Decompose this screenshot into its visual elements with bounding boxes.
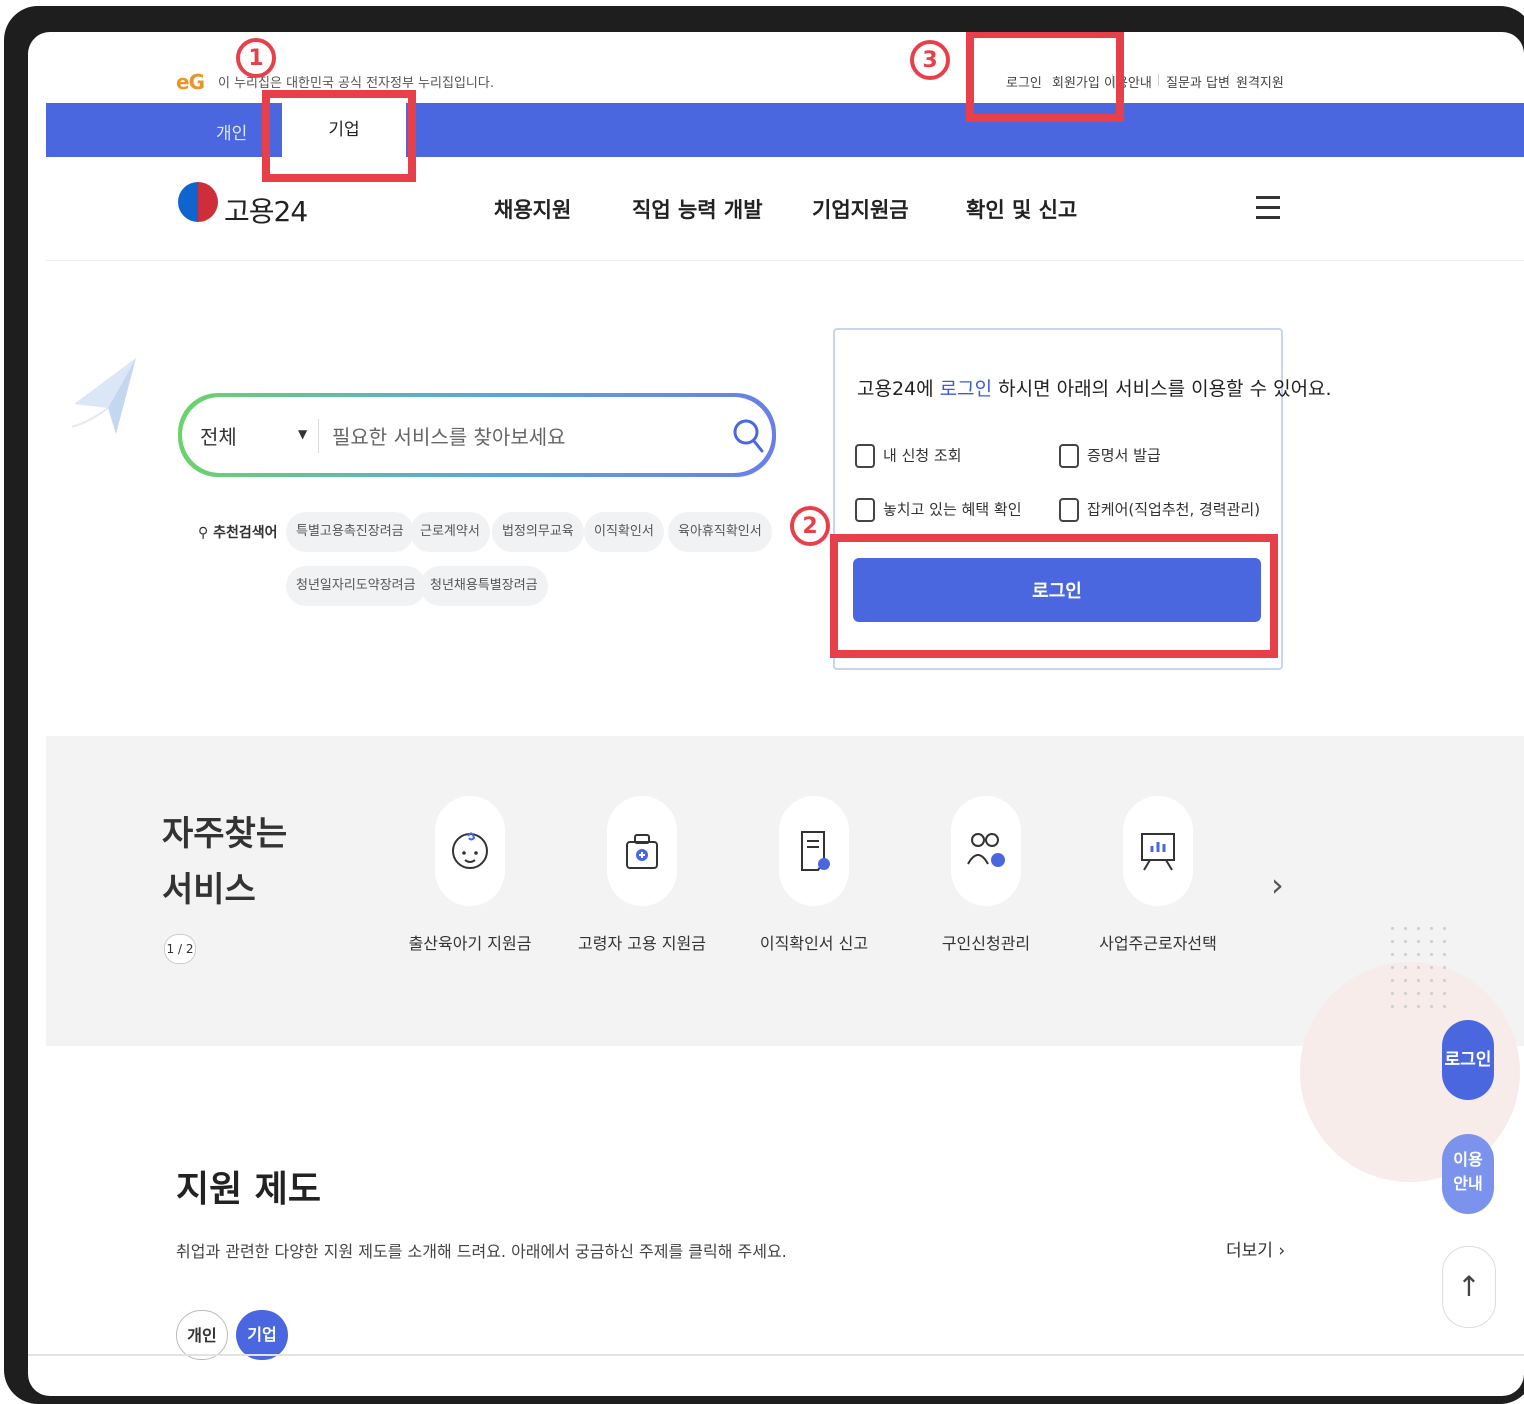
frequent-services-section: 자주찾는 서비스 1 / 2 출산육아기 지원금 고령자 고용 지원금 이직확인…: [46, 736, 1524, 1182]
browser-screen: eG 이 누리집은 대한민국 공식 전자정부 누리집입니다. 로그인 회원가입 …: [28, 32, 1524, 1396]
search-bar-inner: 전체 ▼: [182, 397, 772, 473]
login-title-prefix: 고용24에: [857, 378, 934, 400]
freq-item-label: 이직확인서 신고: [759, 934, 869, 953]
search-bar: 전체 ▼: [178, 393, 776, 477]
nav-corporate-subsidy[interactable]: 기업지원금: [812, 194, 909, 224]
egov-logo: eG: [176, 70, 205, 94]
freq-item-recruit-mgmt[interactable]: 구인신청관리: [906, 796, 1066, 954]
clipboard-clock-icon: [1059, 498, 1079, 522]
nav-recruitment[interactable]: 채용지원: [494, 194, 571, 224]
support-section-desc: 취업과 관련한 다양한 지원 제도를 소개해 드려요. 아래에서 궁금하신 주제…: [176, 1242, 787, 1261]
hamburger-menu-icon[interactable]: [1256, 196, 1280, 226]
medical-bag-icon: [607, 796, 677, 906]
service-jobcare[interactable]: 잡케어(직업추천, 경력관리): [1059, 498, 1260, 522]
service-missed-benefits[interactable]: 놓치고 있는 혜택 확인: [855, 498, 1022, 522]
keyword-chip[interactable]: 청년일자리도약장려금: [286, 566, 426, 606]
annotation-badge-1: 1: [236, 38, 276, 78]
frequent-services-title: 자주찾는 서비스: [162, 806, 287, 918]
scroll-top-arrow-icon[interactable]: ↑: [1442, 1246, 1496, 1328]
annotation-box-login-button: [830, 534, 1278, 658]
annotation-box-login-signup: [966, 32, 1124, 122]
baby-icon: [435, 796, 505, 906]
service-label: 놓치고 있는 혜택 확인: [883, 500, 1022, 519]
annotation-badge-3: 3: [910, 40, 950, 80]
doc-search-icon: [855, 498, 875, 522]
tab-personal[interactable]: 개인: [216, 119, 247, 144]
keyword-chip[interactable]: 이직확인서: [584, 512, 664, 552]
magnifier-icon: ⚲: [198, 525, 209, 541]
util-remote-link[interactable]: 원격지원: [1236, 72, 1284, 91]
search-divider: [318, 419, 319, 453]
header-divider: [46, 260, 1524, 261]
freq-item-label: 고령자 고용 지원금: [578, 934, 706, 953]
chevron-right-icon[interactable]: ›: [1271, 866, 1284, 904]
title-line: 서비스: [162, 870, 256, 910]
support-section-title: 지원 제도: [176, 1169, 322, 1210]
service-certificate[interactable]: 증명서 발급: [1059, 444, 1161, 468]
guide-line: 안내: [1453, 1174, 1483, 1193]
freq-item-employer-worker[interactable]: 사업주근로자선택: [1078, 796, 1238, 954]
title-line: 자주찾는: [162, 814, 288, 854]
login-panel-title: 고용24에 로그인 하시면 아래의 서비스를 이용할 수 있어요.: [857, 374, 1332, 401]
floating-guide-button[interactable]: 이용 안내: [1442, 1134, 1494, 1214]
service-label: 증명서 발급: [1087, 446, 1161, 465]
freq-item-resignation-cert[interactable]: 이직확인서 신고: [734, 796, 894, 954]
keyword-chip[interactable]: 근로계약서: [410, 512, 490, 552]
decorative-dots: [1386, 922, 1456, 1012]
keyword-chip[interactable]: 청년채용특별장려금: [420, 566, 548, 606]
util-divider: [1158, 74, 1159, 86]
support-tab-personal[interactable]: 개인: [176, 1310, 228, 1360]
keyword-chip[interactable]: 특별고용촉진장려금: [286, 512, 414, 552]
device-frame: eG 이 누리집은 대한민국 공식 전자정부 누리집입니다. 로그인 회원가입 …: [4, 6, 1524, 1404]
freq-item-elderly[interactable]: 고령자 고용 지원금: [562, 796, 722, 954]
annotation-badge-2: 2: [790, 506, 830, 546]
brand-name[interactable]: 고용24: [224, 190, 308, 230]
document-icon: [1059, 444, 1079, 468]
recommended-label-text: 추천검색어: [213, 525, 278, 541]
nav-job-skills[interactable]: 직업 능력 개발: [632, 194, 763, 224]
nav-verification-report[interactable]: 확인 및 신고: [966, 194, 1077, 224]
floating-login-button[interactable]: 로그인: [1442, 1020, 1494, 1100]
service-my-applications[interactable]: 내 신청 조회: [855, 444, 962, 468]
caret-down-icon[interactable]: ▼: [298, 427, 307, 441]
more-link[interactable]: 더보기 ›: [1226, 1236, 1285, 1261]
service-label: 내 신청 조회: [883, 446, 962, 465]
certificate-icon: [779, 796, 849, 906]
search-scope-select[interactable]: 전체: [200, 421, 237, 450]
search-icon[interactable]: [732, 417, 766, 455]
presentation-board-icon: [1123, 796, 1193, 906]
keyword-chip[interactable]: 육아휴직확인서: [668, 512, 772, 552]
login-title-link[interactable]: 로그인: [940, 378, 992, 400]
annotation-box-corporate-tab: [262, 90, 416, 182]
util-divider: [1228, 74, 1229, 86]
keyword-chip[interactable]: 법정의무교육: [492, 512, 584, 552]
util-qna-link[interactable]: 질문과 답변: [1166, 72, 1230, 91]
service-label: 잡케어(직업추천, 경력관리): [1087, 500, 1261, 519]
people-check-icon: [951, 796, 1021, 906]
login-title-suffix: 하시면 아래의 서비스를 이용할 수 있어요.: [998, 378, 1332, 400]
recommended-label: ⚲ 추천검색어: [198, 522, 278, 542]
search-input[interactable]: [330, 415, 724, 459]
freq-item-label: 구인신청관리: [941, 934, 1031, 953]
freq-item-label: 사업주근로자선택: [1099, 934, 1217, 953]
guide-line: 이용: [1453, 1150, 1483, 1169]
taegeuk-logo-icon[interactable]: [178, 182, 218, 222]
checklist-icon: [855, 444, 875, 468]
freq-item-childbirth[interactable]: 출산육아기 지원금: [390, 796, 550, 954]
bottom-divider: [28, 1354, 1524, 1356]
pager-indicator: 1 / 2: [164, 934, 196, 964]
freq-item-label: 출산육아기 지원금: [408, 934, 532, 953]
paper-plane-icon: [72, 358, 136, 434]
support-tab-corporate[interactable]: 기업: [236, 1310, 288, 1360]
